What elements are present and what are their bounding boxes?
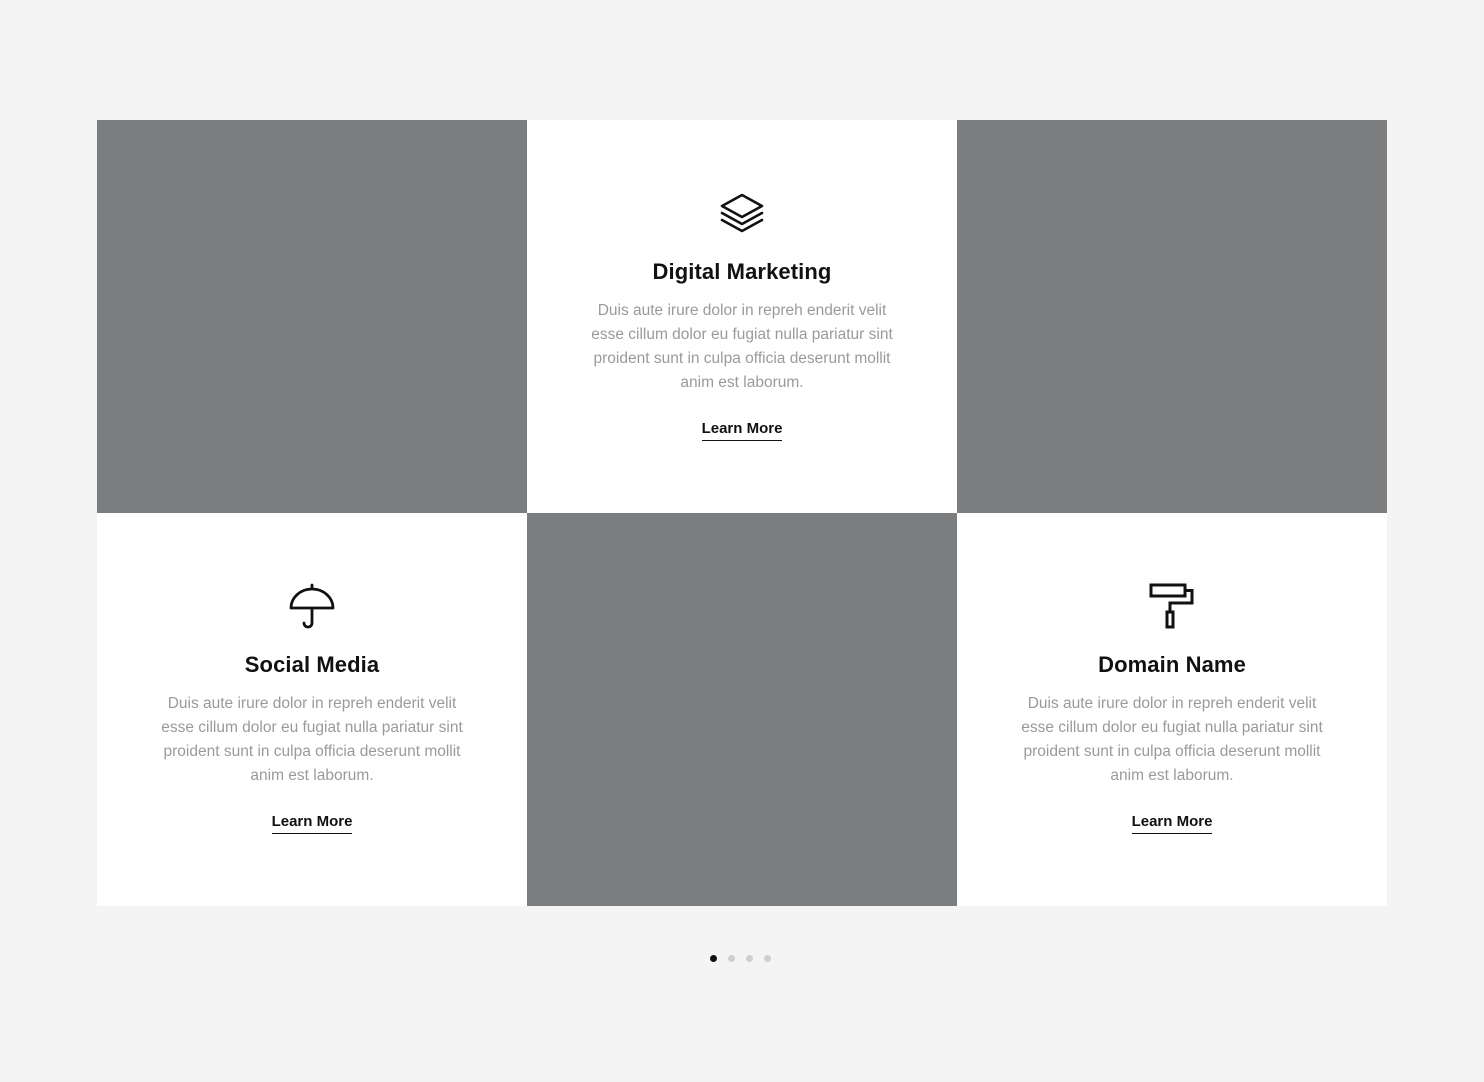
service-description: Duis aute irure dolor in repreh enderit …: [591, 302, 893, 391]
service-title: Social Media: [244, 652, 380, 677]
learn-more-link[interactable]: Learn More: [701, 420, 783, 441]
service-image-placeholder: [97, 120, 527, 513]
carousel-pagination: [710, 955, 771, 962]
service-card-digital-marketing: Digital Marketing Duis aute irure dolor …: [527, 120, 957, 513]
service-card-social-media: Social Media Duis aute irure dolor in re…: [97, 513, 527, 906]
learn-more-link-wrapper: Learn More: [957, 813, 1387, 834]
paint-roller-icon: [1148, 582, 1196, 630]
learn-more-link-wrapper: Learn More: [527, 420, 957, 441]
service-description: Duis aute irure dolor in repreh enderit …: [161, 695, 463, 784]
service-image-placeholder: [527, 513, 957, 906]
pagination-dot-1[interactable]: [710, 955, 717, 962]
pagination-dot-3[interactable]: [746, 955, 753, 962]
service-description: Duis aute irure dolor in repreh enderit …: [1021, 695, 1323, 784]
pagination-dot-2[interactable]: [728, 955, 735, 962]
service-card-domain-name: Domain Name Duis aute irure dolor in rep…: [957, 513, 1387, 906]
service-title: Digital Marketing: [652, 259, 832, 284]
layers-icon: [718, 189, 766, 237]
learn-more-link[interactable]: Learn More: [1131, 813, 1213, 834]
pagination-dot-4[interactable]: [764, 955, 771, 962]
umbrella-icon: [288, 582, 336, 630]
service-image-placeholder: [957, 120, 1387, 513]
service-title: Domain Name: [1098, 652, 1246, 677]
services-grid: Digital Marketing Duis aute irure dolor …: [97, 120, 1387, 906]
learn-more-link[interactable]: Learn More: [271, 813, 353, 834]
learn-more-link-wrapper: Learn More: [97, 813, 527, 834]
